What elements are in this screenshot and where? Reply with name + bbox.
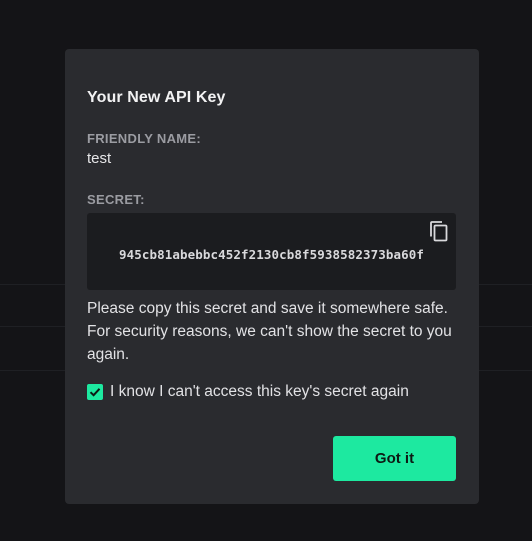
- copy-icon[interactable]: [428, 220, 450, 244]
- friendly-name-label: FRIENDLY NAME:: [87, 131, 201, 146]
- acknowledge-label[interactable]: I know I can't access this key's secret …: [110, 383, 409, 401]
- secret-box: 945cb81abebbc452f2130cb8f5938582373ba60f: [87, 213, 456, 290]
- secret-value[interactable]: 945cb81abebbc452f2130cb8f5938582373ba60f: [87, 247, 456, 262]
- security-notice: Please copy this secret and save it some…: [87, 300, 452, 363]
- acknowledge-checkbox[interactable]: [87, 384, 103, 400]
- api-key-modal: Your New API Key FRIENDLY NAME: test SEC…: [65, 49, 479, 504]
- checkmark-icon: [89, 388, 101, 397]
- modal-title: Your New API Key: [87, 89, 226, 106]
- acknowledge-checkbox-row[interactable]: I know I can't access this key's secret …: [87, 383, 409, 401]
- got-it-button[interactable]: Got it: [333, 436, 456, 481]
- secret-label: SECRET:: [87, 192, 145, 207]
- friendly-name-value: test: [87, 150, 112, 167]
